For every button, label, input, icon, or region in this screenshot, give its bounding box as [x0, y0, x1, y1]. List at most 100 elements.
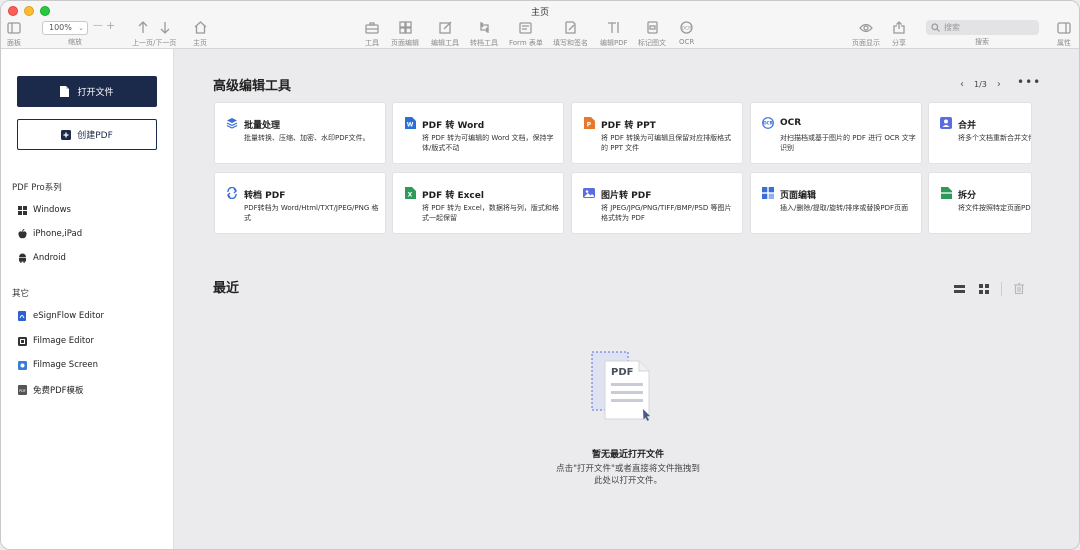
page-display-button[interactable]: 页面显示 [852, 19, 880, 48]
tools-section-title: 高级编辑工具 [213, 79, 292, 94]
trash-icon[interactable] [1014, 279, 1024, 298]
sidebar-right-icon [1057, 21, 1071, 34]
list-view-icon[interactable] [954, 279, 965, 298]
create-pdf-label: 创建PDF [77, 131, 113, 141]
page-edit-button[interactable]: 页面编辑 [391, 19, 419, 48]
tool-card-desc: 将 PDF 转为可编辑的 Word 文档，保持字体/版式不动 [422, 134, 554, 152]
sidebar-item-label: iPhone,iPad [33, 229, 83, 239]
layers-icon [226, 117, 238, 129]
page-display-label: 页面显示 [852, 39, 880, 47]
tool-card-desc: 对扫描档或基于图片的 PDF 进行 OCR 文字识别 [780, 134, 916, 152]
properties-button[interactable]: 属性 [1057, 19, 1071, 48]
filmage-editor-icon [18, 336, 27, 346]
chevron-right-icon[interactable]: › [997, 79, 1001, 90]
tool-card-title: PDF 转 Word [422, 121, 485, 131]
share-button[interactable]: 分享 [892, 19, 906, 48]
chevron-down-icon: ⌄ [78, 24, 84, 32]
more-icon[interactable]: ••• [1017, 75, 1041, 89]
page-indicator: 1/3 [974, 80, 987, 89]
grid-view-icon[interactable] [979, 279, 989, 298]
filmage-screen-icon [18, 360, 27, 370]
tool-card-title: 合并 [958, 121, 977, 131]
edit-pdf-button[interactable]: 编辑PDF [600, 19, 628, 48]
add-file-icon [61, 129, 72, 140]
edit-tools-button[interactable]: 编辑工具 [431, 19, 459, 48]
sidebar-item-windows[interactable]: Windows [18, 205, 71, 215]
pro-section-title: PDF Pro系列 [12, 183, 62, 193]
tool-card-desc: 将 PDF 转为 Excel，数据将与列，版式和格式一起保留 [422, 204, 559, 222]
tool-card-title: OCR [780, 118, 802, 128]
annotate-icon [646, 21, 658, 34]
sidebar-item-esignflow[interactable]: eSignFlow Editor [18, 311, 104, 321]
divider [1001, 281, 1002, 296]
search-label-wrap: 搜索 [975, 37, 989, 47]
arrow-down-icon [160, 22, 170, 34]
prev-next-button[interactable]: 上一页/下一页 [132, 19, 176, 48]
open-file-button[interactable]: 打开文件 [17, 76, 157, 107]
search-label: 搜索 [975, 38, 989, 46]
tool-card-title: PDF 转 PPT [601, 121, 656, 131]
svg-text:OCR: OCR [682, 26, 692, 32]
zoom-out-button[interactable]: — [93, 20, 103, 31]
esignflow-icon [18, 311, 27, 321]
ocr-label: OCR [679, 38, 695, 46]
zoom-select[interactable]: 100% ⌄ [42, 21, 88, 35]
share-label: 分享 [892, 39, 906, 47]
ocr-button[interactable]: OCR OCR [679, 19, 694, 46]
page-edit-label: 页面编辑 [391, 39, 419, 47]
tools-button[interactable]: 工具 [365, 19, 379, 48]
convert-tools-label: 转档工具 [470, 39, 498, 47]
panel-button[interactable]: 面板 [7, 19, 21, 48]
sidebar-item-label: 免费PDF模板 [33, 386, 84, 396]
signature-icon [565, 21, 576, 34]
create-pdf-button[interactable]: 创建PDF [17, 119, 157, 150]
sidebar-item-pdf-templates[interactable]: PDF 免费PDF模板 [18, 384, 84, 396]
annotate-button[interactable]: 标记图文 [638, 19, 666, 48]
sidebar-item-iphone-ipad[interactable]: iPhone,iPad [18, 229, 82, 239]
arrow-up-icon [138, 21, 148, 33]
zoom-value: 100% [49, 23, 72, 32]
fill-sign-button[interactable]: 填写和签名 [553, 19, 588, 48]
tool-card-convert-pdf[interactable]: 转档 PDF PDF转档为 Word/Html/TXT/JPEG/PNG 格式 [214, 172, 386, 234]
svg-text:W: W [406, 122, 413, 129]
other-section-title: 其它 [12, 289, 30, 299]
search-icon [931, 23, 940, 32]
sidebar-item-label: Android [33, 253, 66, 263]
svg-text:X: X [407, 192, 412, 199]
tool-card-pdf-to-excel[interactable]: X PDF 转 Excel 将 PDF 转为 Excel，数据将与列，版式和格式… [392, 172, 564, 234]
sidebar-item-filmage-screen[interactable]: Filmage Screen [18, 360, 98, 370]
tool-card-ocr[interactable]: OCR OCR 对扫描档或基于图片的 PDF 进行 OCR 文字识别 [750, 102, 922, 164]
home-button[interactable]: 主页 [193, 19, 207, 48]
panel-icon [7, 21, 21, 34]
convert-tools-button[interactable]: 转档工具 [470, 19, 498, 48]
zoom-label-wrap: 缩放 [68, 37, 82, 47]
tool-card-pdf-to-ppt[interactable]: P PDF 转 PPT 将 PDF 转换为可编辑且保留对应排版格式的 PPT 文… [571, 102, 743, 164]
pdf-template-icon: PDF [18, 385, 27, 395]
zoom-in-button[interactable]: + [106, 19, 115, 32]
convert-icon [479, 22, 489, 33]
empty-state-title: 暂无最近打开文件 [591, 450, 664, 460]
sidebar-item-label: Filmage Screen [33, 360, 99, 370]
edit-tools-label: 编辑工具 [431, 39, 459, 47]
sidebar-item-android[interactable]: Android [18, 253, 66, 263]
tool-card-desc: 将 JPEG/JPG/PNG/TIFF/BMP/PSD 等图片格式转为 PDF [601, 204, 732, 222]
tool-card-pdf-to-word[interactable]: W PDF 转 Word 将 PDF 转为可编辑的 Word 文档，保持字体/版… [392, 102, 564, 164]
tool-card-page-edit[interactable]: 页面编辑 插入/删除/提取/旋转/排序或替换PDF页面 [750, 172, 922, 234]
empty-state-illustration: PDF [591, 351, 657, 427]
tool-card-image-to-pdf[interactable]: 图片转 PDF 将 JPEG/JPG/PNG/TIFF/BMP/PSD 等图片格… [571, 172, 743, 234]
sidebar-item-filmage-editor[interactable]: Filmage Editor [18, 336, 94, 346]
svg-text:P: P [586, 122, 591, 129]
tool-card-split[interactable]: 拆分 将文件按照特定页面PDF文件 [928, 172, 1032, 234]
zoom-label: 缩放 [68, 38, 82, 46]
form-button[interactable]: Form 表单 [509, 19, 543, 48]
recent-section-title: 最近 [213, 281, 240, 296]
window-title: 主页 [530, 8, 549, 18]
tool-card-desc: 将多个文档重新合并文件 [958, 134, 1032, 142]
tool-card-merge[interactable]: 合并 将多个文档重新合并文件 [928, 102, 1032, 164]
tool-card-title: 页面编辑 [780, 191, 817, 201]
ocr-icon: OCR [762, 117, 774, 129]
tool-card-desc: 将 PDF 转换为可编辑且保留对应排版格式的 PPT 文件 [601, 134, 732, 152]
chevron-left-icon[interactable]: ‹ [960, 79, 964, 90]
search-input[interactable]: 搜索 [926, 20, 1039, 35]
tool-card-batch[interactable]: 批量处理 批量转换、压缩、加密、水印PDF文件。 [214, 102, 386, 164]
